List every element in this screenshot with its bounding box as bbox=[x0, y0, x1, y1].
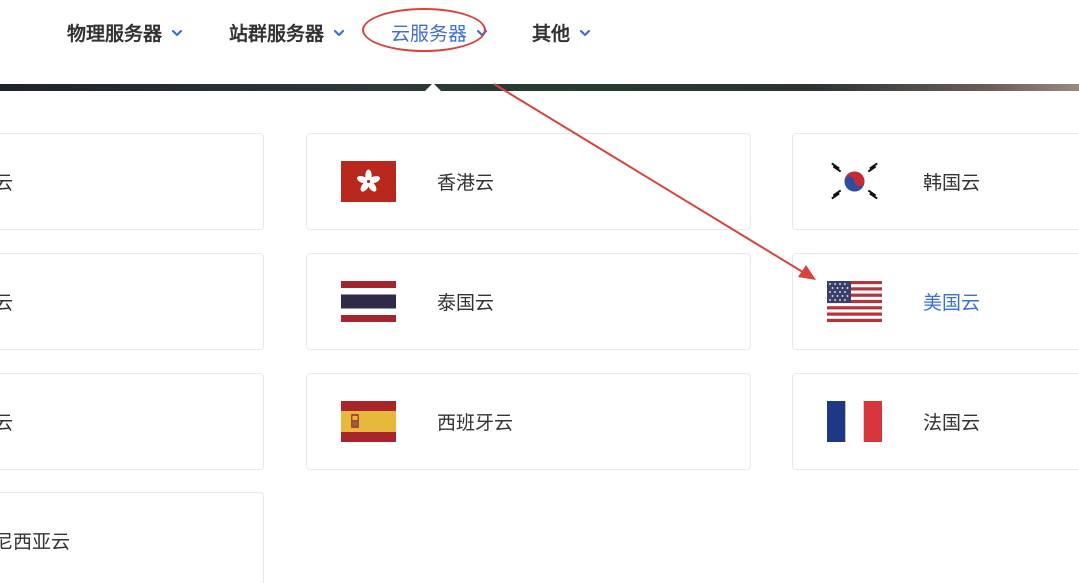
dropdown-pointer bbox=[424, 83, 442, 92]
region-label: 西班牙云 bbox=[437, 412, 514, 434]
region-card[interactable]: 尼西亚云 bbox=[0, 492, 264, 583]
nav-label: 物理服务器 bbox=[67, 22, 163, 45]
nav-label: 站群服务器 bbox=[229, 22, 325, 45]
region-card[interactable]: 云 bbox=[0, 133, 264, 230]
region-label: 尼西亚云 bbox=[0, 531, 70, 553]
chevron-down-icon bbox=[171, 29, 183, 37]
chevron-down-icon bbox=[579, 29, 591, 37]
region-card[interactable]: 云 bbox=[0, 373, 264, 470]
region-label: 云 bbox=[0, 172, 13, 194]
korea-flag-icon bbox=[827, 161, 882, 202]
nav-item-cloud-servers[interactable]: 云服务器 bbox=[391, 18, 489, 46]
chevron-down-icon bbox=[476, 29, 488, 37]
nav-item-site-group-servers[interactable]: 站群服务器 bbox=[229, 18, 346, 46]
region-card-spain[interactable]: 西班牙云 bbox=[306, 373, 751, 470]
nav-label: 其他 bbox=[532, 22, 571, 45]
region-card-hong-kong[interactable]: 香港云 bbox=[306, 133, 751, 230]
region-label: 云 bbox=[0, 292, 13, 314]
hong-kong-flag-icon bbox=[341, 161, 396, 202]
spain-flag-icon bbox=[341, 401, 396, 442]
france-flag-icon bbox=[827, 401, 882, 442]
chevron-down-icon bbox=[333, 29, 345, 37]
nav-item-physical-servers[interactable]: 物理服务器 bbox=[67, 18, 184, 46]
region-label: 香港云 bbox=[437, 172, 495, 194]
region-card-thailand[interactable]: 泰国云 bbox=[306, 253, 751, 350]
nav-item-other[interactable]: 其他 bbox=[532, 18, 592, 46]
usa-flag-icon bbox=[827, 281, 882, 322]
region-card-korea[interactable]: 韩国云 bbox=[792, 133, 1079, 230]
region-label: 法国云 bbox=[923, 412, 981, 434]
region-card-france[interactable]: 法国云 bbox=[792, 373, 1079, 470]
region-card-usa[interactable]: 美国云 bbox=[792, 253, 1079, 350]
region-card[interactable]: 云 bbox=[0, 253, 264, 350]
top-navigation: 物理服务器 站群服务器 云服务器 其他 bbox=[0, 0, 1079, 84]
region-label: 泰国云 bbox=[437, 292, 495, 314]
thailand-flag-icon bbox=[341, 281, 396, 322]
nav-label: 云服务器 bbox=[391, 22, 468, 45]
banner-strip bbox=[0, 84, 1079, 91]
region-label: 美国云 bbox=[923, 292, 981, 314]
region-label: 云 bbox=[0, 412, 13, 434]
region-label: 韩国云 bbox=[923, 172, 981, 194]
